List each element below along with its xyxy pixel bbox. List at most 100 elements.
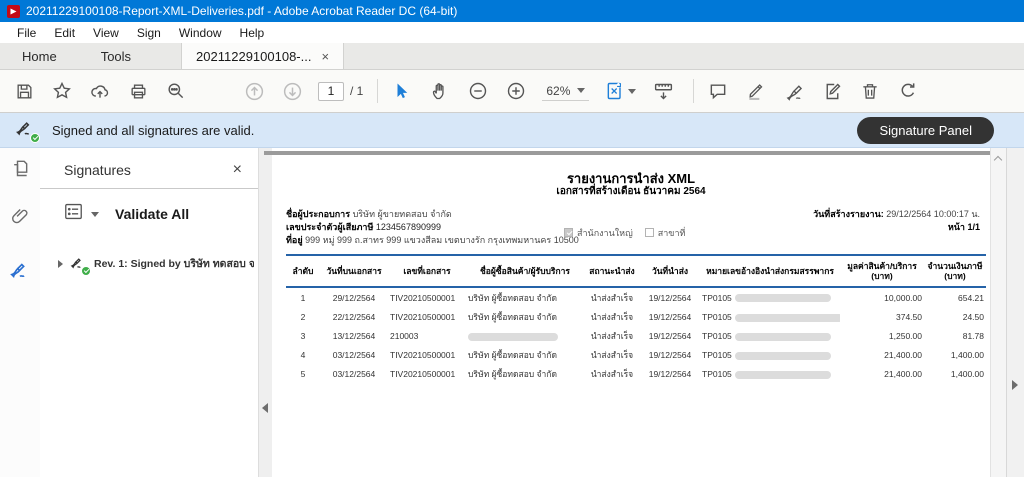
zoom-level-dropdown[interactable]: 62% (542, 82, 590, 101)
signature-status-bar: Signed and all signatures are valid. Sig… (0, 113, 1024, 148)
tab-document-label: 20211229100108-... (196, 48, 312, 64)
zoom-out-icon[interactable] (466, 79, 490, 103)
report-date-label: วันที่สร้างรายงาน: (813, 209, 884, 219)
chevron-down-icon (627, 88, 636, 94)
comment-icon[interactable] (706, 79, 730, 103)
col-send-date: วันที่นำส่ง (651, 266, 689, 276)
right-tools-strip (1006, 148, 1024, 477)
cell-buyer: บริษัท ผู้ซื้อทดสอบ จำกัด (468, 369, 557, 380)
cell-status: นำส่งสำเร็จ (590, 330, 634, 341)
save-icon[interactable] (12, 79, 36, 103)
share-upload-icon[interactable] (88, 79, 112, 103)
page-total-label: / 1 (350, 84, 364, 98)
cell-doc-no: 210003 (390, 330, 419, 341)
scroll-up-icon[interactable] (993, 155, 1003, 165)
redaction-box (734, 371, 831, 380)
cell-buyer: บริษัท ผู้ซื้อทดสอบ จำกัด (468, 350, 557, 361)
tab-document[interactable]: 20211229100108-... × (181, 43, 345, 69)
cell-no: 5 (300, 369, 306, 380)
tab-close-icon[interactable]: × (321, 50, 329, 63)
validate-all-button[interactable]: Validate All (115, 206, 189, 222)
cell-vat: 1,400.00 (950, 369, 984, 380)
zoom-in-icon[interactable] (504, 79, 528, 103)
attachments-icon[interactable] (0, 196, 40, 236)
signatures-panel-title: Signatures (64, 162, 131, 178)
signature-panel-button[interactable]: Signature Panel (857, 116, 994, 144)
signature-valid-icon (14, 119, 40, 143)
search-icon[interactable] (164, 79, 188, 103)
chevron-down-icon[interactable] (91, 211, 99, 217)
cell-doc-no: TIV20210500001 (390, 292, 456, 303)
cell-ref: TP0105 (700, 287, 840, 307)
redaction-box (734, 351, 831, 360)
expand-tools-right-icon[interactable] (1012, 380, 1018, 390)
page-top-shadow (264, 151, 990, 155)
cell-status: นำส่งสำเร็จ (590, 292, 634, 303)
print-icon[interactable] (126, 79, 150, 103)
cell-doc-no: TIV20210500001 (390, 350, 456, 361)
rotate-icon[interactable] (896, 79, 920, 103)
collapse-panel-left-icon[interactable] (262, 403, 268, 413)
menu-sign[interactable]: Sign (128, 24, 170, 42)
cell-buyer (466, 326, 584, 345)
cell-amount: 21,400.00 (884, 350, 922, 361)
tab-tools[interactable]: Tools (79, 43, 153, 69)
delete-icon[interactable] (858, 79, 882, 103)
cell-amount: 374.50 (896, 311, 922, 322)
signature-revision-item[interactable]: Rev. 1: Signed by บริษัท ทดสอบ จ (40, 237, 258, 276)
previous-page-icon[interactable] (242, 79, 266, 103)
highlight-icon[interactable] (744, 79, 768, 103)
head-office-option: สำนักงานใหญ่ (564, 226, 633, 240)
page-display-mode-icon[interactable] (603, 79, 637, 103)
cell-doc-date: 03/12/2564 (332, 350, 376, 361)
cell-send-date: 19/12/2564 (648, 369, 692, 380)
sign-pen-icon[interactable] (782, 79, 806, 103)
report-date-value: 29/12/2564 10:00:17 น. (886, 209, 980, 219)
cell-ref: TP0105 (700, 326, 840, 345)
page-number-input[interactable] (318, 81, 344, 101)
toolbar-divider (693, 79, 695, 103)
table-row: 1 29/12/2564 TIV20210500001 บริษัท ผู้ซื… (286, 287, 986, 307)
cell-amount: 10,000.00 (884, 292, 922, 303)
cell-status: นำส่งสำเร็จ (590, 311, 634, 322)
expand-chevron-icon[interactable] (58, 259, 63, 268)
zoom-level-value: 62% (546, 83, 571, 98)
fill-sign-icon[interactable] (820, 79, 844, 103)
menu-window[interactable]: Window (170, 24, 231, 42)
head-office-label: สำนักงานใหญ่ (577, 228, 633, 238)
cell-no: 2 (300, 311, 306, 322)
cell-send-date: 19/12/2564 (648, 311, 692, 322)
cell-vat: 1,400.00 (950, 350, 984, 361)
window-title: 20211229100108-Report-XML-Deliveries.pdf… (26, 4, 458, 18)
report-meta: วันที่สร้างรายงาน: 29/12/2564 10:00:17 น… (813, 208, 980, 234)
measure-tool-icon[interactable] (651, 79, 675, 103)
cell-doc-no: TIV20210500001 (390, 311, 456, 322)
menu-file[interactable]: File (8, 24, 45, 42)
close-icon[interactable]: × (233, 162, 242, 178)
redaction-box (734, 313, 840, 322)
hand-tool-icon[interactable] (428, 79, 452, 103)
signature-revision-label: Rev. 1: Signed by บริษัท ทดสอบ จ (94, 258, 254, 270)
page-indicator: หน้า 1/1 (947, 222, 980, 232)
toolbar-divider (377, 79, 379, 103)
signatures-panel-icon[interactable] (0, 250, 40, 290)
next-page-icon[interactable] (280, 79, 304, 103)
col-buyer: ชื่อผู้ซื้อสินค้า/ผู้รับบริการ (480, 266, 570, 276)
star-icon[interactable] (50, 79, 74, 103)
options-list-icon[interactable] (64, 203, 83, 225)
tax-id-value: 1234567890999 (375, 222, 441, 232)
cell-doc-date: 29/12/2564 (332, 292, 376, 303)
tab-home[interactable]: Home (0, 43, 79, 69)
signatures-panel-header: Signatures × (40, 148, 258, 189)
select-tool-icon[interactable] (390, 79, 414, 103)
branch-label: สาขาที่ (657, 228, 686, 238)
menu-view[interactable]: View (84, 24, 128, 42)
cell-amount: 21,400.00 (884, 369, 922, 380)
menu-edit[interactable]: Edit (45, 24, 84, 42)
table-row: 2 22/12/2564 TIV20210500001 บริษัท ผู้ซื… (286, 307, 986, 326)
cell-status: นำส่งสำเร็จ (590, 369, 634, 380)
vertical-scrollbar[interactable] (990, 148, 1006, 477)
cell-no: 3 (300, 330, 306, 341)
menu-help[interactable]: Help (231, 24, 274, 42)
page-thumbnails-icon[interactable] (0, 148, 40, 188)
